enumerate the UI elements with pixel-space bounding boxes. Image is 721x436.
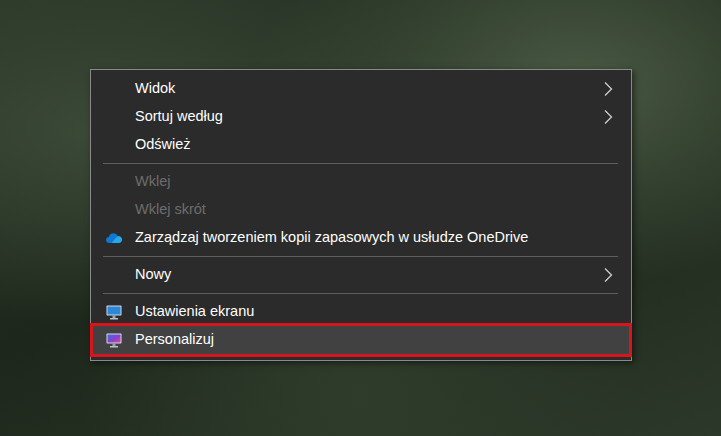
personalize-icon [105,331,123,349]
menu-item: Wklej skrót [93,196,629,224]
menu-item[interactable]: Sortuj według [93,103,629,131]
menu-item: Wklej [93,168,629,196]
menu-item[interactable]: Zarządzaj tworzeniem kopii zapasowych w … [93,224,629,252]
menu-item-label: Odśwież [135,134,615,156]
menu-item-label: Wklej skrót [135,199,615,221]
menu-item[interactable]: Nowy [93,261,629,289]
desktop-background: Widok Sortuj według Odśwież Wklej Wklej skró… [0,0,721,436]
separator-line [103,163,618,164]
menu-separator [91,289,631,298]
menu-item[interactable]: Odśwież [93,131,629,159]
monitor-icon [105,303,123,321]
menu-item-label: Wklej [135,171,615,193]
menu-item-label: Sortuj według [135,106,603,128]
menu-item[interactable]: Widok [93,75,629,103]
chevron-right-icon [603,81,613,97]
separator-line [103,293,618,294]
separator-line [103,256,618,257]
menu-item-label: Zarządzaj tworzeniem kopii zapasowych w … [135,227,615,249]
menu-item-label: Personalizuj [135,329,615,351]
menu-separator [91,252,631,261]
menu-item-label: Nowy [135,264,603,286]
chevron-right-icon [603,267,613,283]
menu-item-label: Ustawienia ekranu [135,301,615,323]
onedrive-icon [105,229,123,247]
chevron-right-icon [603,109,613,125]
context-menu: Widok Sortuj według Odśwież Wklej Wklej skró… [90,69,632,361]
menu-separator [91,159,631,168]
menu-item-label: Widok [135,78,603,100]
menu-item[interactable]: Personalizuj [93,326,629,354]
menu-item[interactable]: Ustawienia ekranu [93,298,629,326]
